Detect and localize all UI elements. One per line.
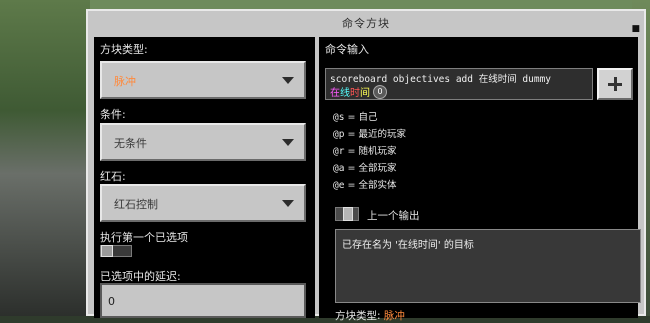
window-title: 命令方块	[88, 11, 644, 35]
block-type-dropdown[interactable]: 脉冲	[100, 61, 306, 99]
settings-panel: 方块类型: 脉冲 条件: 无条件 红石: 红石控制 执行第一个已选项 已选项中的…	[94, 37, 315, 318]
execute-first-label: 执行第一个已选项	[100, 231, 188, 244]
previous-output-text: 已存在名为 '在线时间' 的目标	[342, 240, 474, 251]
condition-dropdown[interactable]: 无条件	[100, 123, 306, 161]
previous-output-label: 上一个输出	[367, 210, 420, 222]
redstone-dropdown[interactable]: 红石控制	[100, 184, 306, 222]
delay-label: 已选项中的延迟:	[100, 270, 181, 283]
selector-code: @e	[333, 180, 345, 191]
chevron-down-icon	[282, 77, 294, 84]
chevron-down-icon	[282, 200, 294, 207]
execute-first-toggle[interactable]	[100, 245, 132, 257]
add-command-button[interactable]	[597, 68, 633, 100]
hint-count-badge: 0	[373, 84, 387, 99]
hint-char: 线	[340, 88, 350, 99]
selector-desc: 全部实体	[358, 180, 397, 191]
world-background-left	[0, 0, 90, 316]
command-text: scoreboard objectives add 在线时间 dummy	[330, 74, 552, 85]
selector-item: @e = 全部实体	[333, 180, 397, 191]
selector-code: @a	[333, 163, 345, 174]
selector-desc: 全部玩家	[358, 163, 397, 174]
redstone-value: 红石控制	[114, 198, 158, 211]
selector-code: @s	[333, 112, 345, 123]
condition-value: 无条件	[114, 137, 147, 150]
toggle-knob	[343, 207, 353, 221]
hint-char: 时	[350, 88, 360, 99]
footer-block-type-value: 脉冲	[383, 310, 405, 322]
selector-desc: 最近的玩家	[358, 129, 406, 140]
command-block-window: 命令方块 ■ 方块类型: 脉冲 条件: 无条件 红石: 红石控制 执行第一个已选…	[86, 9, 646, 322]
close-icon[interactable]: ■	[631, 25, 640, 34]
plus-icon-vertical	[613, 77, 617, 91]
selector-desc: 随机玩家	[358, 146, 397, 157]
redstone-label: 红石:	[100, 170, 126, 183]
delay-input[interactable]: 0	[100, 283, 306, 318]
toggle-knob	[101, 245, 113, 257]
selector-desc: 自己	[358, 112, 378, 123]
previous-output-box: 已存在名为 '在线时间' 的目标	[335, 229, 641, 303]
command-panel: 命令输入 scoreboard objectives add 在线时间 dumm…	[319, 37, 641, 322]
selector-code: @r	[333, 146, 345, 157]
selector-item: @a = 全部玩家	[333, 163, 397, 174]
delay-value: 0	[108, 295, 115, 308]
hint-char: 间	[360, 88, 370, 99]
block-type-value: 脉冲	[114, 75, 136, 88]
chevron-down-icon	[282, 139, 294, 146]
condition-label: 条件:	[100, 108, 126, 121]
selector-item: @r = 随机玩家	[333, 146, 397, 157]
autocomplete-hint: 在线时间 0	[330, 84, 387, 99]
selector-item: @s = 自己	[333, 112, 378, 123]
command-input[interactable]: scoreboard objectives add 在线时间 dummy 在线时…	[325, 68, 593, 100]
block-type-label: 方块类型:	[100, 43, 148, 56]
selector-code: @p	[333, 129, 345, 140]
previous-output-toggle[interactable]	[335, 207, 359, 221]
hint-char: 在	[330, 88, 340, 99]
command-input-label: 命令输入	[325, 43, 369, 56]
selector-item: @p = 最近的玩家	[333, 129, 406, 140]
footer-block-type-label: 方块类型:	[335, 310, 381, 322]
